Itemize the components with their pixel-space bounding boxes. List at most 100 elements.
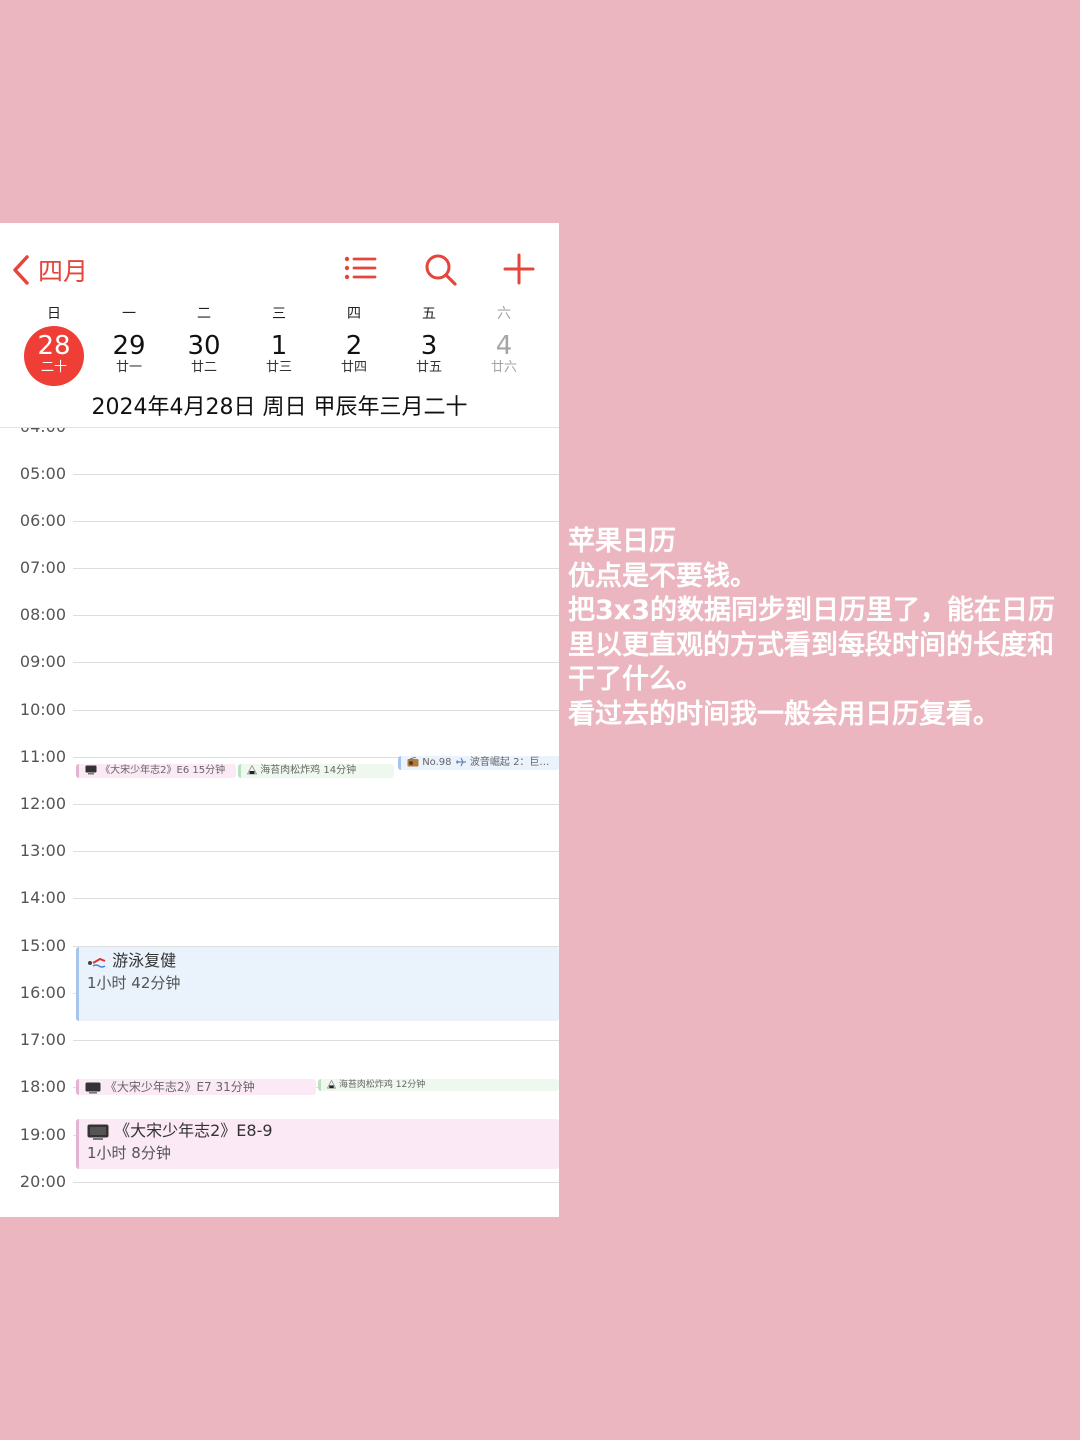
hour-line (73, 1040, 559, 1041)
event-tv-e8-9[interactable]: 《大宋少年志2》E8-9 1小时 8分钟 (76, 1119, 559, 1169)
hour-line (73, 615, 559, 616)
event-title: 海苔肉松炸鸡 (338, 1080, 393, 1090)
calendar-screen: 四月 日 一 二 三 四 五 六 28 二十 29 廿一 30 廿二 1 廿三 … (0, 223, 559, 1217)
event-duration: 14分钟 (323, 765, 357, 776)
event-duration: 1小时 42分钟 (87, 974, 181, 992)
chevron-left-icon (13, 255, 29, 285)
day-cell-selected[interactable]: 28 二十 (24, 326, 84, 386)
lunar-date: 廿二 (190, 360, 217, 375)
hour-label: 19:00 (19, 1125, 66, 1144)
hour-label: 10:00 (19, 700, 66, 719)
caption-line: 把3x3的数据同步到日历里了，能在日历里以更直观的方式看到每段时间的长度和干了什… (568, 595, 1055, 695)
day-number: 30 (187, 331, 221, 361)
weekday-label: 一 (122, 306, 136, 322)
hour-label: 18:00 (19, 1077, 66, 1096)
day-number: 29 (112, 331, 146, 361)
weekday-label: 日 (47, 306, 61, 322)
hour-label: 15:00 (19, 936, 66, 955)
hour-line (73, 474, 559, 475)
event-duration: 15分钟 (192, 765, 226, 776)
plus-icon (503, 253, 535, 285)
day-cell[interactable]: 1 廿三 (249, 326, 309, 386)
day-number: 28 (37, 331, 71, 361)
day-number: 2 (345, 331, 363, 361)
hour-label: 14:00 (19, 888, 66, 907)
day-cell[interactable]: 2 廿四 (324, 326, 384, 386)
lunar-date: 廿三 (265, 360, 292, 375)
tv-icon (85, 1082, 101, 1094)
event-duration: 1小时 8分钟 (87, 1144, 171, 1162)
caption-note: 苹果日历 优点是不要钱。 把3x3的数据同步到日历里了，能在日历里以更直观的方式… (568, 525, 1073, 732)
back-button[interactable]: 四月 (10, 251, 88, 289)
caption-line: 优点是不要钱。 (568, 560, 757, 592)
day-cell[interactable]: 30 廿二 (174, 326, 234, 386)
hour-label: 16:00 (19, 983, 66, 1002)
back-label: 四月 (38, 257, 89, 286)
rice-ball-icon (327, 1080, 336, 1089)
event-food[interactable]: 海苔肉松炸鸡 12分钟 (318, 1079, 559, 1091)
event-title: 《大宋少年志2》E7 (104, 1080, 212, 1094)
event-subtitle: 波音崛起 2：巨… (469, 757, 550, 768)
hour-label: 12:00 (19, 794, 66, 813)
lunar-date: 廿五 (415, 360, 442, 375)
caption-line: 看过去的时间我一般会用日历复看。 (568, 698, 1000, 730)
event-title: 海苔肉松炸鸡 (260, 765, 321, 776)
event-podcast[interactable]: No.98 波音崛起 2：巨… (398, 756, 559, 770)
day-cell[interactable]: 3 廿五 (399, 326, 459, 386)
hour-label: 11:00 (19, 747, 66, 766)
event-swimming[interactable]: 游泳复健 1小时 42分钟 (76, 947, 559, 1021)
event-food[interactable]: 海苔肉松炸鸡 14分钟 (238, 764, 394, 778)
weekday-label: 三 (272, 306, 286, 322)
event-tv-e6[interactable]: 《大宋少年志2》E6 15分钟 (76, 764, 236, 778)
weekday-label: 四 (347, 306, 361, 322)
event-title: No.98 (422, 757, 452, 768)
event-title: 《大宋少年志2》E8-9 (114, 1121, 273, 1140)
search-icon (425, 254, 457, 286)
hour-label: 05:00 (19, 464, 66, 483)
list-icon (344, 256, 377, 280)
weekday-label: 五 (422, 306, 436, 322)
lunar-date: 廿四 (340, 360, 367, 375)
event-tv-e7[interactable]: 《大宋少年志2》E7 31分钟 (76, 1079, 316, 1095)
hour-label: 07:00 (19, 558, 66, 577)
event-duration: 12分钟 (395, 1080, 426, 1090)
list-view-button[interactable] (340, 251, 380, 291)
hour-line (73, 898, 559, 899)
hour-line (73, 662, 559, 663)
lunar-date: 廿一 (115, 360, 142, 375)
hour-line (73, 710, 559, 711)
add-event-button[interactable] (499, 251, 539, 291)
day-cell[interactable]: 4 廿六 (474, 326, 534, 386)
day-cell[interactable]: 29 廿一 (99, 326, 159, 386)
event-title: 《大宋少年志2》E6 (100, 765, 190, 776)
airplane-icon (455, 757, 466, 767)
tv-icon (85, 765, 97, 775)
search-button[interactable] (421, 251, 461, 291)
weekday-label: 六 (497, 306, 511, 322)
lunar-date: 二十 (40, 360, 67, 375)
rice-ball-icon (247, 765, 257, 775)
day-number: 3 (420, 331, 438, 361)
radio-icon (407, 757, 419, 767)
hour-line (73, 851, 559, 852)
hour-label: 13:00 (19, 841, 66, 860)
hour-line (73, 568, 559, 569)
hour-label: 04:00 (0, 428, 66, 436)
hour-line (73, 804, 559, 805)
swimmer-icon (88, 957, 106, 968)
day-number: 1 (270, 331, 288, 361)
selected-date-title: 2024年4月28日 周日 甲辰年三月二十 (91, 395, 468, 420)
tv-icon (87, 1124, 109, 1140)
hour-label: 20:00 (19, 1172, 66, 1191)
day-timeline[interactable]: 04:00 05:00 06:00 07:00 08:00 09:00 10:0… (0, 428, 559, 1217)
hour-label: 09:00 (19, 652, 66, 671)
caption-line: 苹果日历 (568, 526, 676, 557)
hour-line (73, 1182, 559, 1183)
lunar-date: 廿六 (490, 360, 517, 375)
hour-label: 08:00 (19, 605, 66, 624)
hour-line (73, 521, 559, 522)
hour-label: 06:00 (19, 511, 66, 530)
day-number: 4 (495, 331, 513, 361)
event-duration: 31分钟 (215, 1080, 255, 1094)
weekday-label: 二 (197, 306, 211, 322)
